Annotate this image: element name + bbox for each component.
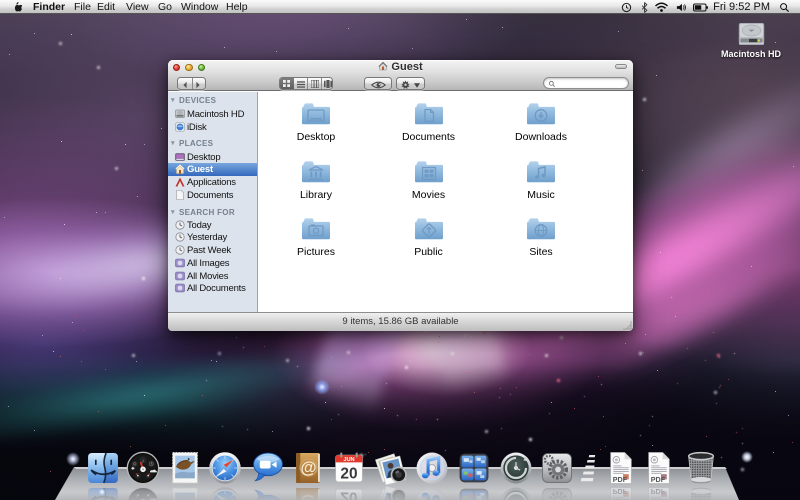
svg-text:PDF: PDF <box>650 474 665 483</box>
svg-text:20: 20 <box>340 465 357 482</box>
svg-text:PDF: PDF <box>612 474 627 483</box>
svg-text:♪: ♪ <box>142 458 145 464</box>
svg-text:JUN: JUN <box>343 457 354 463</box>
svg-text:@: @ <box>300 459 316 477</box>
